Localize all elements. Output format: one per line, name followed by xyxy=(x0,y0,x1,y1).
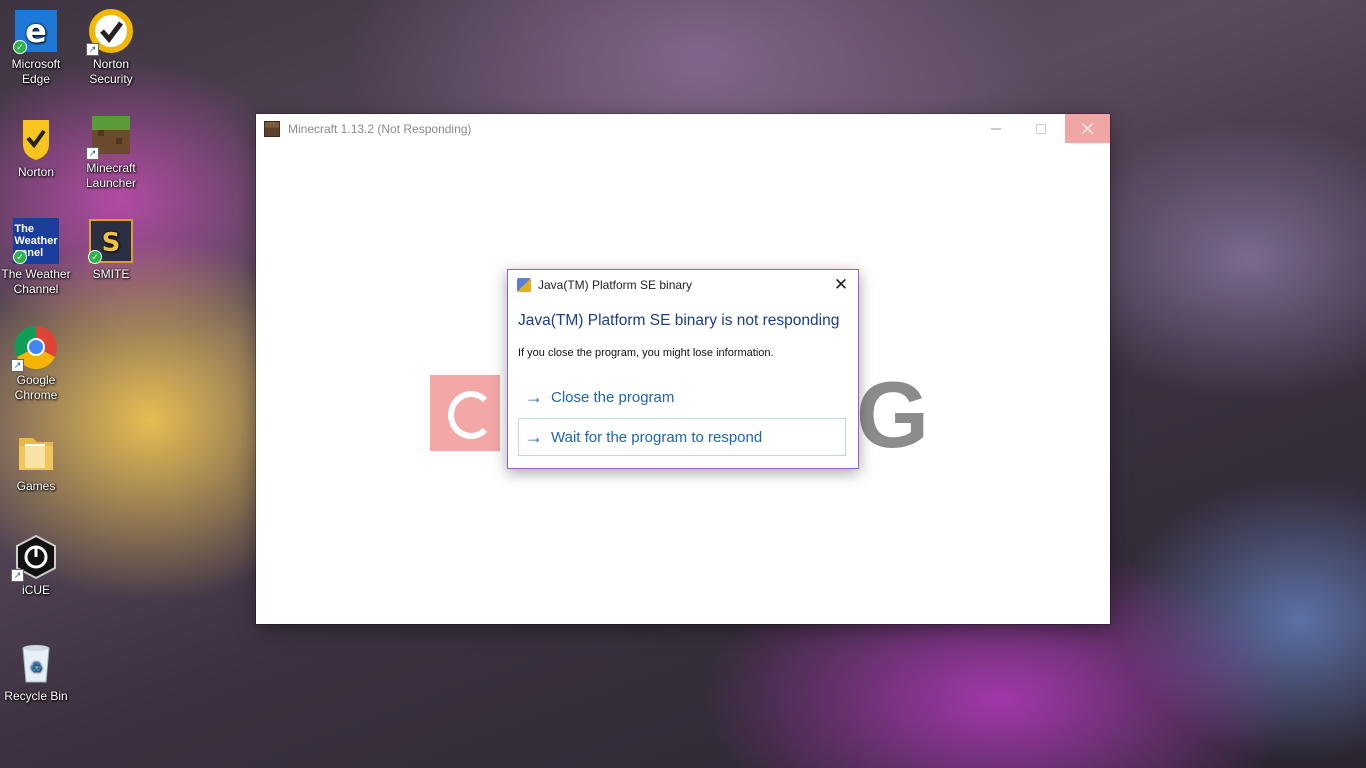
desktop-icon-google-chrome[interactable]: ↗ Google Chrome xyxy=(0,324,72,403)
mojang-logo-icon xyxy=(430,375,500,451)
dialog-titlebar[interactable]: Java(TM) Platform SE binary ✕ xyxy=(508,270,858,300)
svg-text:S: S xyxy=(102,228,121,258)
close-window-button[interactable] xyxy=(1065,114,1110,143)
dialog-heading: Java(TM) Platform SE binary is not respo… xyxy=(518,312,840,329)
desktop-icon-norton-security[interactable]: ↗ Norton Security xyxy=(75,8,147,87)
desktop-icon-label: Google Chrome xyxy=(14,373,58,402)
chrome-icon: ↗ xyxy=(11,324,59,372)
norton-icon: ↗ xyxy=(86,8,134,56)
recycle-bin-icon: ♻ xyxy=(13,640,59,686)
desktop-icon-label: Minecraft Launcher xyxy=(85,161,137,190)
icue-icon: ↗ xyxy=(11,534,59,582)
svg-text:♻: ♻ xyxy=(30,660,43,676)
desktop-icon-label: Recycle Bin xyxy=(4,689,68,703)
desktop-icon-norton[interactable]: Norton xyxy=(0,116,72,180)
wait-for-program-button[interactable]: → Wait for the program to respond xyxy=(518,418,846,456)
smite-icon: S ✓ xyxy=(88,218,134,264)
maximize-button[interactable] xyxy=(1018,114,1063,143)
norton-icon xyxy=(13,116,59,162)
minimize-icon xyxy=(990,128,1001,129)
close-icon: ✕ xyxy=(833,275,849,294)
dialog-close-button[interactable]: ✕ xyxy=(830,274,852,296)
desktop-icon-recycle-bin[interactable]: ♻ Recycle Bin xyxy=(0,640,72,704)
desktop-icon-label: The Weather Channel xyxy=(1,267,71,296)
desktop-icon-icue[interactable]: ↗ iCUE xyxy=(0,534,72,598)
minecraft-titlebar[interactable]: Minecraft 1.13.2 (Not Responding) xyxy=(256,114,1110,143)
desktop-icon-weather-channel[interactable]: The Weather annel ✓ The Weather Channel xyxy=(0,218,72,297)
folder-icon xyxy=(13,430,59,476)
desktop-icon-label: iCUE xyxy=(21,583,50,597)
close-program-label: Close the program xyxy=(551,388,675,406)
desktop-icon-label: Games xyxy=(16,479,56,493)
close-icon xyxy=(1082,123,1093,134)
desktop-icon-label: SMITE xyxy=(92,267,130,281)
arrow-right-icon: → xyxy=(525,387,543,407)
maximize-icon xyxy=(1035,123,1046,134)
desktop-icon-label: Norton xyxy=(17,165,55,179)
java-icon xyxy=(517,278,531,292)
desktop-icon-microsoft-edge[interactable]: e ✓ Microsoft Edge xyxy=(0,8,72,87)
weather-icon: The Weather annel ✓ xyxy=(13,218,59,264)
edge-icon: e ✓ xyxy=(13,8,59,54)
dialog-message: If you close the program, you might lose… xyxy=(518,347,774,359)
close-program-button[interactable]: → Close the program xyxy=(518,378,846,416)
wait-for-program-label: Wait for the program to respond xyxy=(551,428,763,446)
desktop-icon-smite[interactable]: S ✓ SMITE xyxy=(75,218,147,282)
svg-text:e: e xyxy=(25,12,47,50)
mojang-splash-letter: G xyxy=(856,362,930,467)
desktop-icon-label: Norton Security xyxy=(89,57,133,86)
not-responding-dialog[interactable]: Java(TM) Platform SE binary ✕ Java(TM) P… xyxy=(507,269,859,469)
dialog-title: Java(TM) Platform SE binary xyxy=(538,278,693,292)
minecraft-window-title: Minecraft 1.13.2 (Not Responding) xyxy=(288,121,472,136)
minimize-button[interactable] xyxy=(973,114,1018,143)
minecraft-icon: ↗ xyxy=(86,112,134,160)
desktop-icon-games-folder[interactable]: Games xyxy=(0,430,72,494)
minecraft-app-icon xyxy=(264,120,280,137)
desktop-icon-label: Microsoft Edge xyxy=(11,57,61,86)
arrow-right-icon: → xyxy=(525,427,543,447)
desktop-icon-minecraft-launcher[interactable]: ↗ Minecraft Launcher xyxy=(75,112,147,191)
